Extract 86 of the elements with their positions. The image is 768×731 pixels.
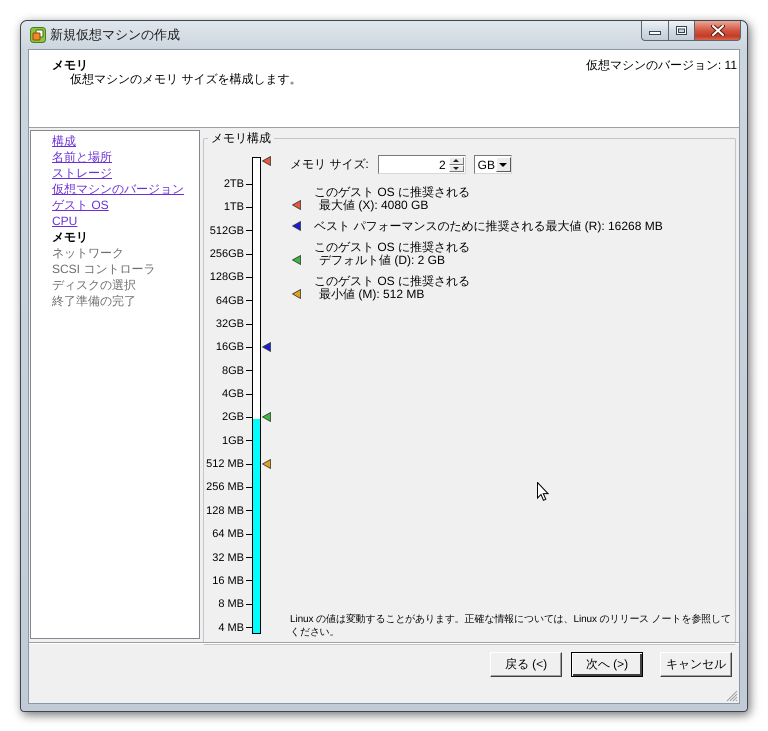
memory-slider-track[interactable]: [252, 156, 261, 634]
down-arrow-icon: [453, 166, 460, 170]
tick-mark: [246, 557, 252, 558]
minimize-icon: [649, 31, 661, 35]
wizard-step[interactable]: 名前と場所: [52, 149, 199, 165]
window-title: 新規仮想マシンの作成: [50, 26, 180, 44]
close-icon: [710, 25, 724, 36]
tick-mark: [246, 486, 252, 488]
recommendation-text: ベスト パフォーマンスのために推奨される最大値 (R): 16268 MB: [314, 220, 663, 233]
tick-mark: [246, 534, 252, 535]
scale-label: 256GB: [210, 248, 244, 260]
tick-mark: [246, 206, 252, 208]
triangle-marker-icon[interactable]: [262, 342, 271, 352]
memory-size-label: メモリ サイズ:: [290, 156, 369, 173]
tick-mark: [246, 604, 252, 605]
wizard-step[interactable]: 仮想マシンのバージョン: [52, 181, 199, 197]
tick-mark: [246, 184, 252, 185]
tick-mark: [246, 416, 252, 418]
wizard-step[interactable]: ネットワーク: [52, 245, 199, 261]
tick-mark: [246, 254, 252, 255]
scale-label: 16GB: [216, 341, 244, 354]
dropdown-button[interactable]: [496, 157, 511, 172]
wizard-step[interactable]: 終了準備の完了: [52, 293, 199, 309]
close-button[interactable]: [695, 21, 741, 41]
maximize-button[interactable]: [668, 21, 695, 41]
group-title: メモリ構成: [210, 131, 272, 145]
scale-label: 32 MB: [212, 552, 244, 564]
scale-label: 4 MB: [218, 622, 244, 634]
triangle-marker-icon[interactable]: [262, 459, 271, 470]
scale-label: 2GB: [222, 411, 244, 424]
triangle-marker-icon[interactable]: [262, 156, 271, 166]
maximize-icon: [676, 26, 687, 35]
tick-mark: [246, 300, 252, 302]
tick-mark: [246, 230, 252, 232]
memory-size-field[interactable]: 2: [378, 155, 466, 174]
minimize-button[interactable]: [641, 21, 668, 41]
up-arrow-icon: [453, 159, 460, 162]
scale-label: 1GB: [222, 434, 244, 447]
recommendation-text: このゲスト OS に推奨される 最大値 (X): 4080 GB: [314, 186, 470, 212]
wizard-step[interactable]: SCSI コントローラ: [52, 261, 199, 277]
tick-mark: [246, 346, 252, 348]
scale-label: 1TB: [224, 201, 244, 214]
caret-down-icon: [499, 162, 508, 166]
wizard-step[interactable]: 構成: [52, 133, 199, 149]
page-title: メモリ: [52, 58, 89, 72]
recommendation-text: このゲスト OS に推奨される デフォルト値 (D): 2 GB: [314, 241, 470, 267]
triangle-marker-icon[interactable]: [262, 412, 271, 422]
tick-mark: [246, 276, 252, 278]
tick-mark: [246, 370, 252, 372]
page-subtitle: 仮想マシンのメモリ サイズを構成します。: [69, 72, 302, 86]
scale-label: 16 MB: [212, 574, 244, 587]
unit-dropdown[interactable]: GB: [474, 155, 512, 174]
tick-mark: [246, 580, 252, 582]
scale-label: 128GB: [210, 271, 244, 284]
wizard-step[interactable]: ディスクの選択: [52, 277, 199, 293]
resize-grip-icon[interactable]: [726, 690, 738, 702]
scale-label: 32GB: [216, 318, 244, 330]
scale-label: 8 MB: [218, 598, 244, 610]
wizard-step[interactable]: CPU: [52, 213, 199, 229]
note-text: Linux の値は変動することがあります。正確な情報については、Linux のリリース ノートを参照してください。: [290, 613, 732, 640]
scale-label: 512GB: [210, 224, 244, 237]
wizard-step[interactable]: ストレージ: [52, 165, 199, 181]
mouse-pointer-icon: [537, 482, 549, 501]
scale-label: 2TB: [224, 178, 244, 190]
scale-label: 4GB: [222, 388, 244, 400]
scale-label: 256 MB: [206, 481, 244, 494]
overlapping-squares-icon: [30, 27, 46, 43]
scale-label: 512 MB: [206, 458, 244, 470]
scale-label: 8GB: [222, 364, 244, 377]
spin-up-button[interactable]: [448, 157, 464, 164]
tick-mark: [246, 510, 252, 512]
scale-label: 64 MB: [212, 528, 244, 540]
next-button[interactable]: 次へ (>): [571, 652, 643, 677]
wizard-step[interactable]: メモリ: [52, 229, 199, 245]
tick-mark: [246, 324, 252, 325]
tick-mark: [246, 394, 252, 395]
scale-label: 128 MB: [206, 504, 244, 517]
back-button[interactable]: 戻る (<): [490, 652, 562, 677]
tick-mark: [246, 440, 252, 442]
tick-mark: [246, 627, 252, 628]
recommendation-text: このゲスト OS に推奨される 最小値 (M): 512 MB: [314, 275, 470, 301]
wizard-step[interactable]: ゲスト OS: [52, 197, 199, 213]
version-label: 仮想マシンのバージョン: 11: [586, 58, 737, 72]
tick-mark: [246, 464, 252, 465]
scale-label: 64GB: [216, 294, 244, 307]
cancel-button[interactable]: キャンセル: [660, 652, 732, 677]
